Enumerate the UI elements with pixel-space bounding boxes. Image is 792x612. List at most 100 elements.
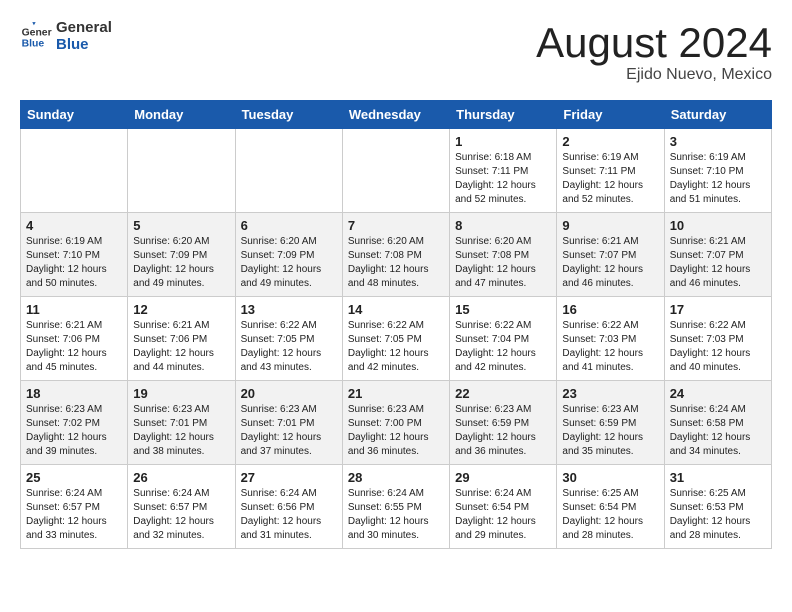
day-info: Sunrise: 6:21 AM Sunset: 7:06 PM Dayligh… <box>133 319 229 375</box>
calendar-cell: 22 Sunrise: 6:23 AM Sunset: 6:59 PM Dayli… <box>450 381 557 465</box>
day-info: Sunrise: 6:22 AM Sunset: 7:04 PM Dayligh… <box>455 319 551 375</box>
day-number: 10 <box>670 218 766 233</box>
day-info: Sunrise: 6:21 AM Sunset: 7:06 PM Dayligh… <box>26 319 122 375</box>
day-info: Sunrise: 6:21 AM Sunset: 7:07 PM Dayligh… <box>670 235 766 291</box>
day-info: Sunrise: 6:23 AM Sunset: 7:01 PM Dayligh… <box>133 403 229 459</box>
day-number: 20 <box>241 386 337 401</box>
calendar-cell: 11 Sunrise: 6:21 AM Sunset: 7:06 PM Dayli… <box>21 297 128 381</box>
day-number: 16 <box>562 302 658 317</box>
calendar-cell: 8 Sunrise: 6:20 AM Sunset: 7:08 PM Daylig… <box>450 213 557 297</box>
calendar-cell: 31Sunrise: 6:25 AM Sunset: 6:53 PM Dayli… <box>664 465 771 549</box>
location-subtitle: Ejido Nuevo, Mexico <box>536 66 772 84</box>
day-info: Sunrise: 6:24 AM Sunset: 6:54 PM Dayligh… <box>455 487 551 543</box>
day-info: Sunrise: 6:20 AM Sunset: 7:08 PM Dayligh… <box>455 235 551 291</box>
day-info: Sunrise: 6:24 AM Sunset: 6:55 PM Dayligh… <box>348 487 444 543</box>
day-info: Sunrise: 6:22 AM Sunset: 7:03 PM Dayligh… <box>670 319 766 375</box>
day-number: 26 <box>133 470 229 485</box>
day-number: 25 <box>26 470 122 485</box>
day-number: 1 <box>455 134 551 149</box>
day-number: 19 <box>133 386 229 401</box>
day-info: Sunrise: 6:24 AM Sunset: 6:57 PM Dayligh… <box>26 487 122 543</box>
day-info: Sunrise: 6:20 AM Sunset: 7:09 PM Dayligh… <box>133 235 229 291</box>
day-info: Sunrise: 6:23 AM Sunset: 6:59 PM Dayligh… <box>455 403 551 459</box>
day-number: 5 <box>133 218 229 233</box>
calendar-cell: 12Sunrise: 6:21 AM Sunset: 7:06 PM Dayli… <box>128 297 235 381</box>
calendar-cell <box>21 129 128 213</box>
day-info: Sunrise: 6:22 AM Sunset: 7:05 PM Dayligh… <box>241 319 337 375</box>
day-number: 7 <box>348 218 444 233</box>
day-info: Sunrise: 6:18 AM Sunset: 7:11 PM Dayligh… <box>455 151 551 207</box>
weekday-header-wednesday: Wednesday <box>342 101 449 129</box>
calendar-cell <box>128 129 235 213</box>
day-number: 9 <box>562 218 658 233</box>
logo-icon: General Blue <box>20 21 52 53</box>
day-info: Sunrise: 6:23 AM Sunset: 7:02 PM Dayligh… <box>26 403 122 459</box>
calendar-week-row: 1 Sunrise: 6:18 AM Sunset: 7:11 PM Daylig… <box>21 129 772 213</box>
calendar-cell: 25 Sunrise: 6:24 AM Sunset: 6:57 PM Dayli… <box>21 465 128 549</box>
calendar-cell: 14 Sunrise: 6:22 AM Sunset: 7:05 PM Dayli… <box>342 297 449 381</box>
day-number: 11 <box>26 302 122 317</box>
weekday-header-sunday: Sunday <box>21 101 128 129</box>
day-number: 4 <box>26 218 122 233</box>
calendar-cell: 6 Sunrise: 6:20 AM Sunset: 7:09 PM Daylig… <box>235 213 342 297</box>
day-number: 14 <box>348 302 444 317</box>
weekday-header-thursday: Thursday <box>450 101 557 129</box>
day-info: Sunrise: 6:23 AM Sunset: 7:00 PM Dayligh… <box>348 403 444 459</box>
day-info: Sunrise: 6:19 AM Sunset: 7:10 PM Dayligh… <box>26 235 122 291</box>
calendar-cell: 16 Sunrise: 6:22 AM Sunset: 7:03 PM Dayli… <box>557 297 664 381</box>
day-info: Sunrise: 6:23 AM Sunset: 6:59 PM Dayligh… <box>562 403 658 459</box>
day-info: Sunrise: 6:25 AM Sunset: 6:54 PM Dayligh… <box>562 487 658 543</box>
calendar-table: SundayMondayTuesdayWednesdayThursdayFrid… <box>20 100 772 549</box>
day-number: 22 <box>455 386 551 401</box>
day-number: 23 <box>562 386 658 401</box>
day-number: 6 <box>241 218 337 233</box>
day-info: Sunrise: 6:23 AM Sunset: 7:01 PM Dayligh… <box>241 403 337 459</box>
day-info: Sunrise: 6:24 AM Sunset: 6:57 PM Dayligh… <box>133 487 229 543</box>
calendar-cell: 28Sunrise: 6:24 AM Sunset: 6:55 PM Dayli… <box>342 465 449 549</box>
calendar-cell: 18 Sunrise: 6:23 AM Sunset: 7:02 PM Dayli… <box>21 381 128 465</box>
calendar-cell: 7 Sunrise: 6:20 AM Sunset: 7:08 PM Daylig… <box>342 213 449 297</box>
day-info: Sunrise: 6:19 AM Sunset: 7:11 PM Dayligh… <box>562 151 658 207</box>
day-number: 8 <box>455 218 551 233</box>
calendar-cell: 20 Sunrise: 6:23 AM Sunset: 7:01 PM Dayli… <box>235 381 342 465</box>
day-number: 24 <box>670 386 766 401</box>
calendar-cell: 9Sunrise: 6:21 AM Sunset: 7:07 PM Daylig… <box>557 213 664 297</box>
day-info: Sunrise: 6:24 AM Sunset: 6:58 PM Dayligh… <box>670 403 766 459</box>
day-number: 2 <box>562 134 658 149</box>
day-number: 30 <box>562 470 658 485</box>
calendar-week-row: 18 Sunrise: 6:23 AM Sunset: 7:02 PM Dayli… <box>21 381 772 465</box>
calendar-cell: 19 Sunrise: 6:23 AM Sunset: 7:01 PM Dayli… <box>128 381 235 465</box>
day-info: Sunrise: 6:19 AM Sunset: 7:10 PM Dayligh… <box>670 151 766 207</box>
day-info: Sunrise: 6:25 AM Sunset: 6:53 PM Dayligh… <box>670 487 766 543</box>
calendar-cell: 26 Sunrise: 6:24 AM Sunset: 6:57 PM Dayli… <box>128 465 235 549</box>
calendar-week-row: 11 Sunrise: 6:21 AM Sunset: 7:06 PM Dayli… <box>21 297 772 381</box>
day-number: 29 <box>455 470 551 485</box>
calendar-cell: 1 Sunrise: 6:18 AM Sunset: 7:11 PM Daylig… <box>450 129 557 213</box>
logo-general-text: General <box>56 20 112 37</box>
calendar-cell: 15Sunrise: 6:22 AM Sunset: 7:04 PM Dayli… <box>450 297 557 381</box>
day-number: 18 <box>26 386 122 401</box>
calendar-cell: 13 Sunrise: 6:22 AM Sunset: 7:05 PM Dayli… <box>235 297 342 381</box>
calendar-cell: 27Sunrise: 6:24 AM Sunset: 6:56 PM Dayli… <box>235 465 342 549</box>
calendar-cell: 4 Sunrise: 6:19 AM Sunset: 7:10 PM Daylig… <box>21 213 128 297</box>
weekday-header-friday: Friday <box>557 101 664 129</box>
month-year-title: August 2024 <box>536 20 772 66</box>
calendar-cell: 29 Sunrise: 6:24 AM Sunset: 6:54 PM Dayli… <box>450 465 557 549</box>
day-info: Sunrise: 6:22 AM Sunset: 7:05 PM Dayligh… <box>348 319 444 375</box>
calendar-cell: 3 Sunrise: 6:19 AM Sunset: 7:10 PM Daylig… <box>664 129 771 213</box>
calendar-week-row: 4 Sunrise: 6:19 AM Sunset: 7:10 PM Daylig… <box>21 213 772 297</box>
day-number: 3 <box>670 134 766 149</box>
day-info: Sunrise: 6:20 AM Sunset: 7:09 PM Dayligh… <box>241 235 337 291</box>
weekday-header-saturday: Saturday <box>664 101 771 129</box>
day-number: 17 <box>670 302 766 317</box>
day-info: Sunrise: 6:20 AM Sunset: 7:08 PM Dayligh… <box>348 235 444 291</box>
calendar-cell: 23 Sunrise: 6:23 AM Sunset: 6:59 PM Dayli… <box>557 381 664 465</box>
day-info: Sunrise: 6:22 AM Sunset: 7:03 PM Dayligh… <box>562 319 658 375</box>
title-block: August 2024 Ejido Nuevo, Mexico <box>536 20 772 84</box>
weekday-header-monday: Monday <box>128 101 235 129</box>
calendar-cell: 5 Sunrise: 6:20 AM Sunset: 7:09 PM Daylig… <box>128 213 235 297</box>
weekday-header-tuesday: Tuesday <box>235 101 342 129</box>
day-number: 13 <box>241 302 337 317</box>
calendar-cell <box>235 129 342 213</box>
calendar-cell: 17 Sunrise: 6:22 AM Sunset: 7:03 PM Dayli… <box>664 297 771 381</box>
